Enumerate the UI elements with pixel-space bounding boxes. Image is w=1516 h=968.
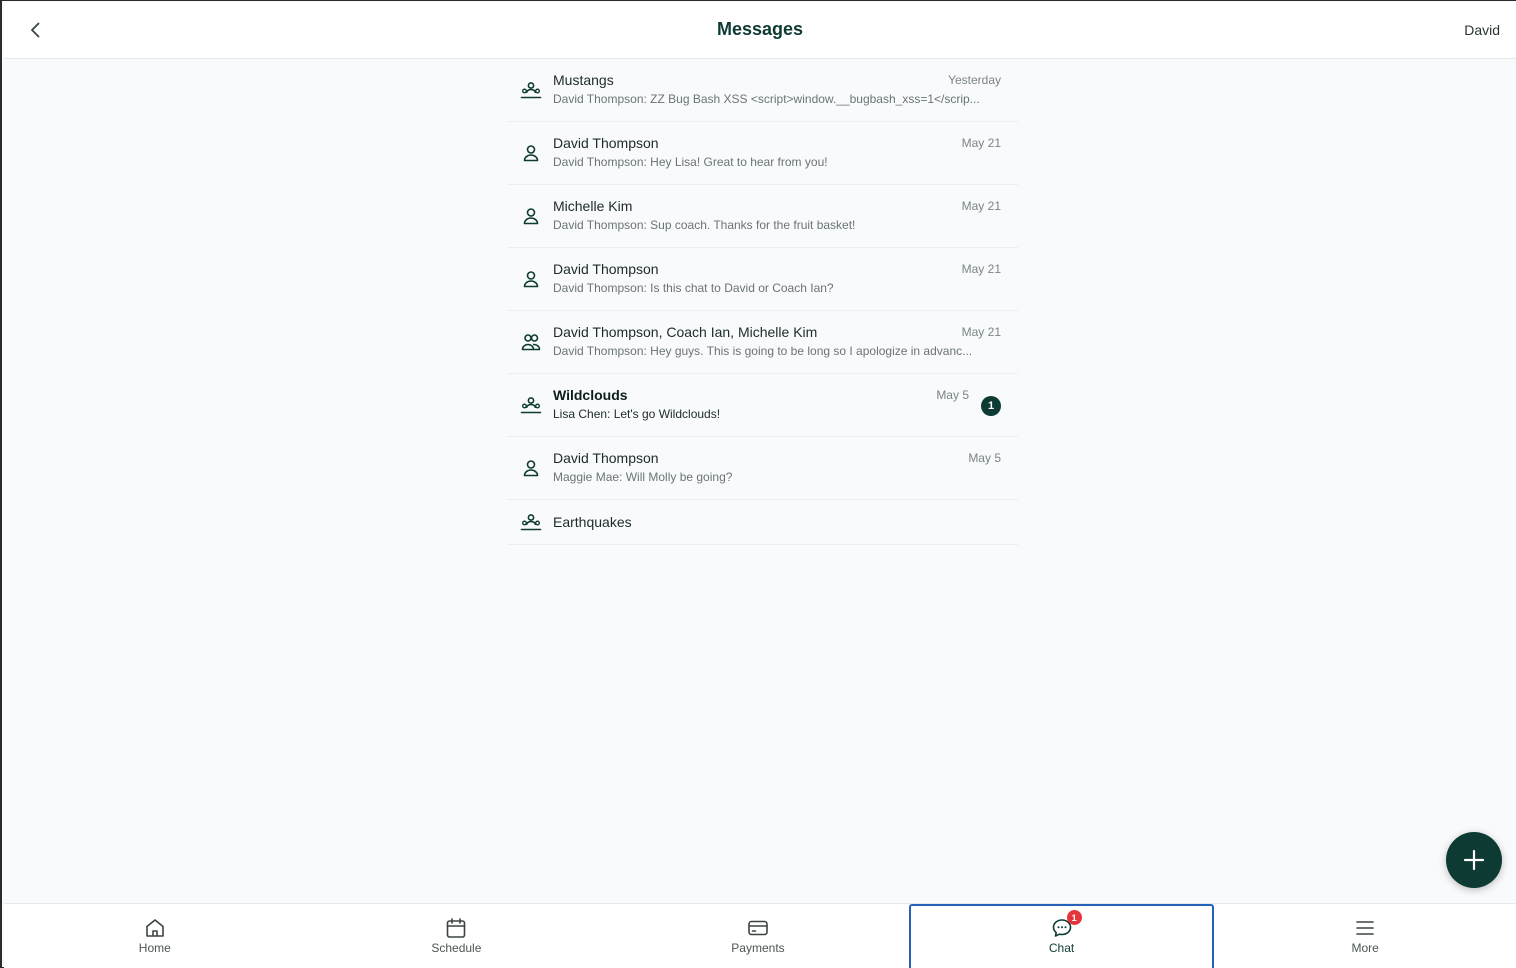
conversation-preview: Maggie Mae: Will Molly be going?	[553, 470, 733, 484]
conversation-time: Yesterday	[948, 73, 1001, 87]
conversation-preview: David Thompson: Is this chat to David or…	[553, 281, 834, 295]
conversation-title: David Thompson	[553, 450, 659, 466]
card-icon	[748, 920, 768, 936]
conversation-title: David Thompson, Coach Ian, Michelle Kim	[553, 324, 818, 340]
bottom-tab-bar: Home Schedule Payments 1 Chat More	[4, 903, 1516, 968]
plus-icon	[1463, 849, 1485, 871]
conversation-preview: David Thompson: ZZ Bug Bash XSS <script>…	[553, 92, 980, 106]
conversation-row[interactable]: David Thompson Maggie Mae: Will Molly be…	[507, 437, 1018, 500]
tab-schedule[interactable]: Schedule	[306, 904, 608, 968]
conversation-title: David Thompson	[553, 261, 659, 277]
calendar-icon	[447, 918, 466, 938]
conversation-preview: David Thompson: Sup coach. Thanks for th…	[553, 218, 856, 232]
team-icon	[520, 82, 542, 99]
conversation-time: May 21	[961, 325, 1001, 339]
conversation-row[interactable]: David Thompson David Thompson: Is this c…	[507, 248, 1018, 311]
conversation-row[interactable]: Earthquakes	[507, 500, 1018, 545]
conversation-title: Earthquakes	[553, 514, 632, 530]
tab-label: Payments	[731, 941, 785, 955]
conversation-time: May 21	[961, 262, 1001, 276]
person-icon	[523, 460, 539, 477]
conversation-row[interactable]: David Thompson David Thompson: Hey Lisa!…	[507, 122, 1018, 185]
conversation-preview: David Thompson: Hey guys. This is going …	[553, 344, 973, 358]
user-menu[interactable]: David	[1464, 22, 1500, 38]
conversation-time: May 21	[961, 199, 1001, 213]
new-message-button[interactable]	[1446, 832, 1502, 888]
tab-label: Home	[138, 941, 171, 955]
tab-label: Schedule	[431, 941, 482, 955]
conversation-title: Wildclouds	[553, 387, 628, 403]
conversation-row[interactable]: Mustangs David Thompson: ZZ Bug Bash XSS…	[507, 59, 1018, 122]
tab-payments[interactable]: Payments	[607, 904, 909, 968]
tab-label: Chat	[1048, 941, 1075, 955]
conversation-title: David Thompson	[553, 135, 659, 151]
conversation-title: Michelle Kim	[553, 198, 633, 214]
person-icon	[523, 145, 539, 162]
conversation-preview: David Thompson: Hey Lisa! Great to hear …	[553, 155, 828, 169]
conversation-list: Mustangs David Thompson: ZZ Bug Bash XSS…	[507, 59, 1018, 545]
chat-icon-wrap: 1	[1051, 910, 1082, 939]
person-icon	[523, 271, 539, 288]
conversation-row[interactable]: Wildclouds Lisa Chen: Let's go Wildcloud…	[507, 374, 1018, 437]
unread-count-badge: 1	[981, 396, 1001, 416]
conversation-preview: Lisa Chen: Let's go Wildclouds!	[553, 407, 721, 421]
group-icon	[521, 334, 541, 351]
tab-more[interactable]: More	[1214, 904, 1516, 968]
chat-badge: 1	[1066, 910, 1082, 925]
team-icon	[520, 514, 542, 531]
conversation-time: May 5	[936, 388, 969, 402]
conversation-row[interactable]: David Thompson, Coach Ian, Michelle Kim …	[507, 311, 1018, 374]
team-icon	[520, 397, 542, 414]
tab-home[interactable]: Home	[4, 904, 306, 968]
page-title: Messages	[716, 19, 804, 39]
tab-label: More	[1351, 941, 1379, 955]
person-icon	[523, 208, 539, 225]
conversation-title: Mustangs	[553, 72, 614, 88]
menu-icon	[1356, 921, 1374, 935]
tab-chat[interactable]: 1 Chat	[908, 904, 1215, 968]
conversation-row[interactable]: Michelle Kim David Thompson: Sup coach. …	[507, 185, 1018, 248]
home-icon	[145, 919, 164, 937]
header: Messages David	[4, 2, 1516, 59]
conversation-time: May 5	[968, 451, 1001, 465]
app-frame: Messages David Mustangs David Thompson: …	[0, 0, 1516, 968]
conversation-time: May 21	[961, 136, 1001, 150]
